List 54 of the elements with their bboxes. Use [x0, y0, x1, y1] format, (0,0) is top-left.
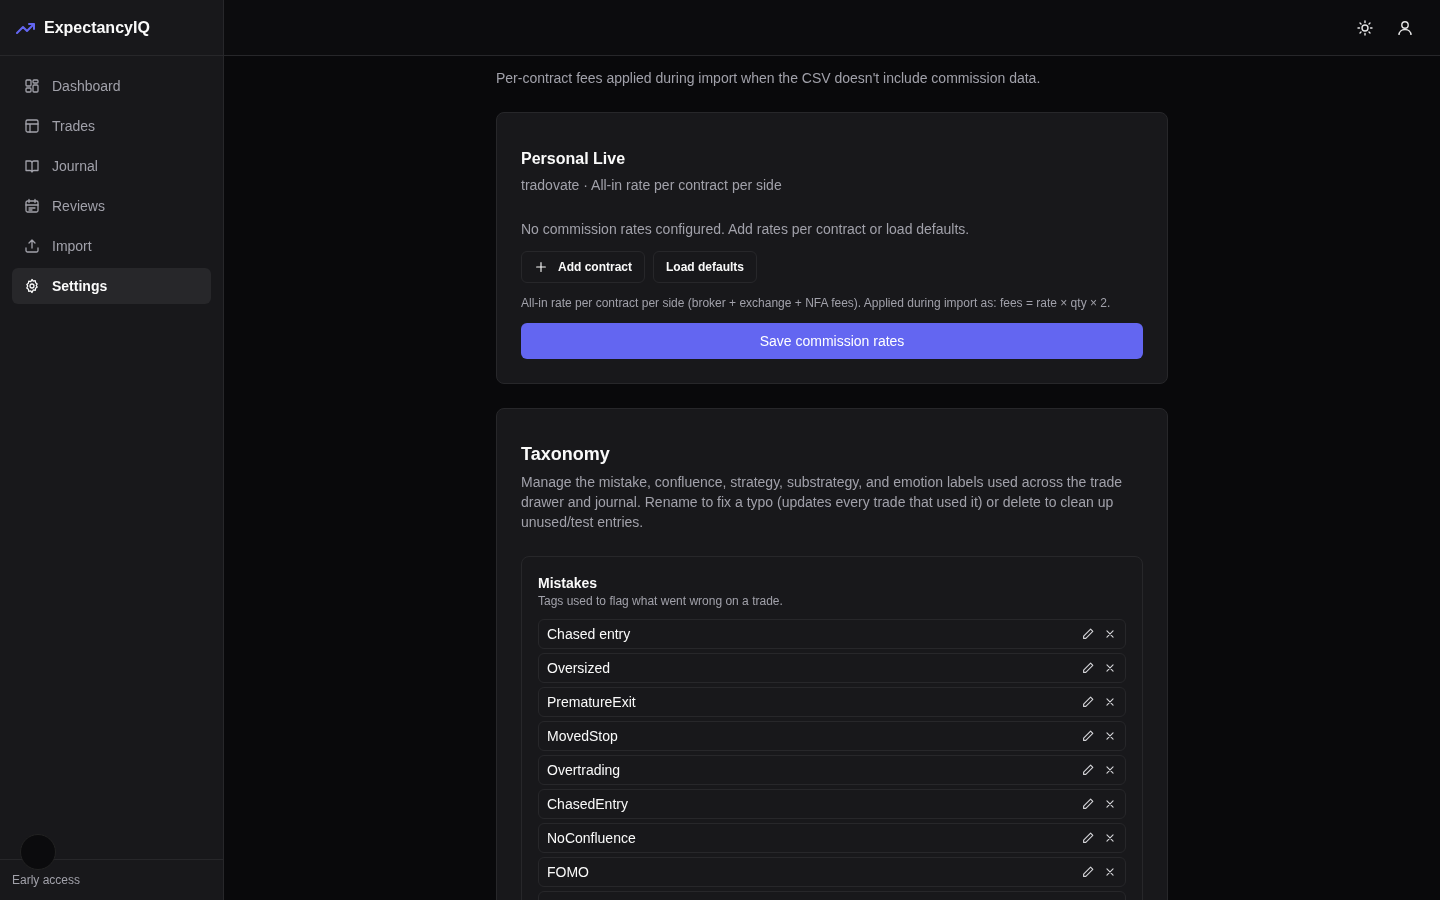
card-title: Taxonomy: [521, 443, 611, 466]
close-icon[interactable]: [1103, 729, 1117, 743]
pencil-icon[interactable]: [1081, 797, 1095, 811]
close-icon[interactable]: [1103, 865, 1117, 879]
tag-label: Overtrading: [547, 762, 621, 778]
card-description: Manage the mistake, confluence, strategy, substrategy, and emotion labels used across the trade drawer and journal. Rename to fix a typo (updates every trade that used it) or delete to clean up unused/test entries.: [521, 473, 1124, 532]
sidebar-item[interactable]: Reviews: [12, 188, 211, 224]
section-subtitle: Per-contract fees applied during import when the CSV doesn't include commission data.: [496, 69, 1042, 88]
close-icon[interactable]: [1103, 831, 1117, 845]
pencil-icon[interactable]: [1081, 627, 1095, 641]
upload-icon: [24, 238, 40, 254]
tag-label: Oversized: [547, 660, 611, 676]
tag-label: FOMO: [547, 864, 589, 880]
close-icon[interactable]: [1103, 763, 1117, 777]
pencil-icon[interactable]: [1081, 831, 1095, 845]
tag-label: ChasedEntry: [547, 796, 628, 812]
tag-label: PrematureExit: [547, 694, 636, 710]
pencil-icon[interactable]: [1081, 763, 1095, 777]
gear-icon: [24, 278, 40, 294]
user-icon[interactable]: [1397, 19, 1413, 36]
tag-label: NoConfluence: [547, 830, 636, 846]
sidebar-item[interactable]: Dashboard: [12, 68, 211, 104]
close-icon[interactable]: [1103, 797, 1117, 811]
card-title: Personal Live: [521, 149, 627, 169]
empty-message: No commission rates configured. Add rates per contract or load defaults.: [521, 220, 971, 239]
tag-label: Chased entry: [547, 626, 631, 642]
sun-icon[interactable]: [1357, 19, 1373, 36]
calendar-icon: [24, 198, 40, 214]
sidebar-item[interactable]: Settings: [12, 268, 211, 304]
group-title: Mistakes: [538, 574, 599, 593]
card-subtitle: tradovate · All-in rate per contract per side: [521, 176, 783, 195]
close-icon[interactable]: [1103, 695, 1117, 709]
sidebar-item[interactable]: Trades: [12, 108, 211, 144]
app-name: ExpectancyIQ: [44, 18, 150, 37]
help-text: All-in rate per contract per side (broker + exchange + NFA fees). Applied during import as: fees = rate × qty × 2.: [521, 295, 1112, 311]
plus-icon: [534, 260, 548, 274]
close-icon[interactable]: [1103, 661, 1117, 675]
group-subtitle: Tags used to flag what went wrong on a trade.: [538, 593, 784, 609]
outline-button[interactable]: Add contract: [521, 251, 645, 283]
sidebar-item[interactable]: Import: [12, 228, 211, 264]
outline-button[interactable]: Load defaults: [653, 251, 758, 283]
tag-label: MovedStop: [547, 728, 618, 744]
table-icon: [24, 118, 40, 134]
close-icon[interactable]: [1103, 627, 1117, 641]
pencil-icon[interactable]: [1081, 695, 1095, 709]
save-button[interactable]: Save commission rates: [521, 323, 1143, 359]
pencil-icon[interactable]: [1081, 729, 1095, 743]
trend-up-icon: [16, 21, 36, 34]
sidebar-item[interactable]: Journal: [12, 148, 211, 184]
book-icon: [24, 158, 40, 174]
pencil-icon[interactable]: [1081, 661, 1095, 675]
footer-text: Early access: [12, 873, 81, 887]
grid-icon: [24, 78, 40, 94]
pencil-icon[interactable]: [1081, 865, 1095, 879]
